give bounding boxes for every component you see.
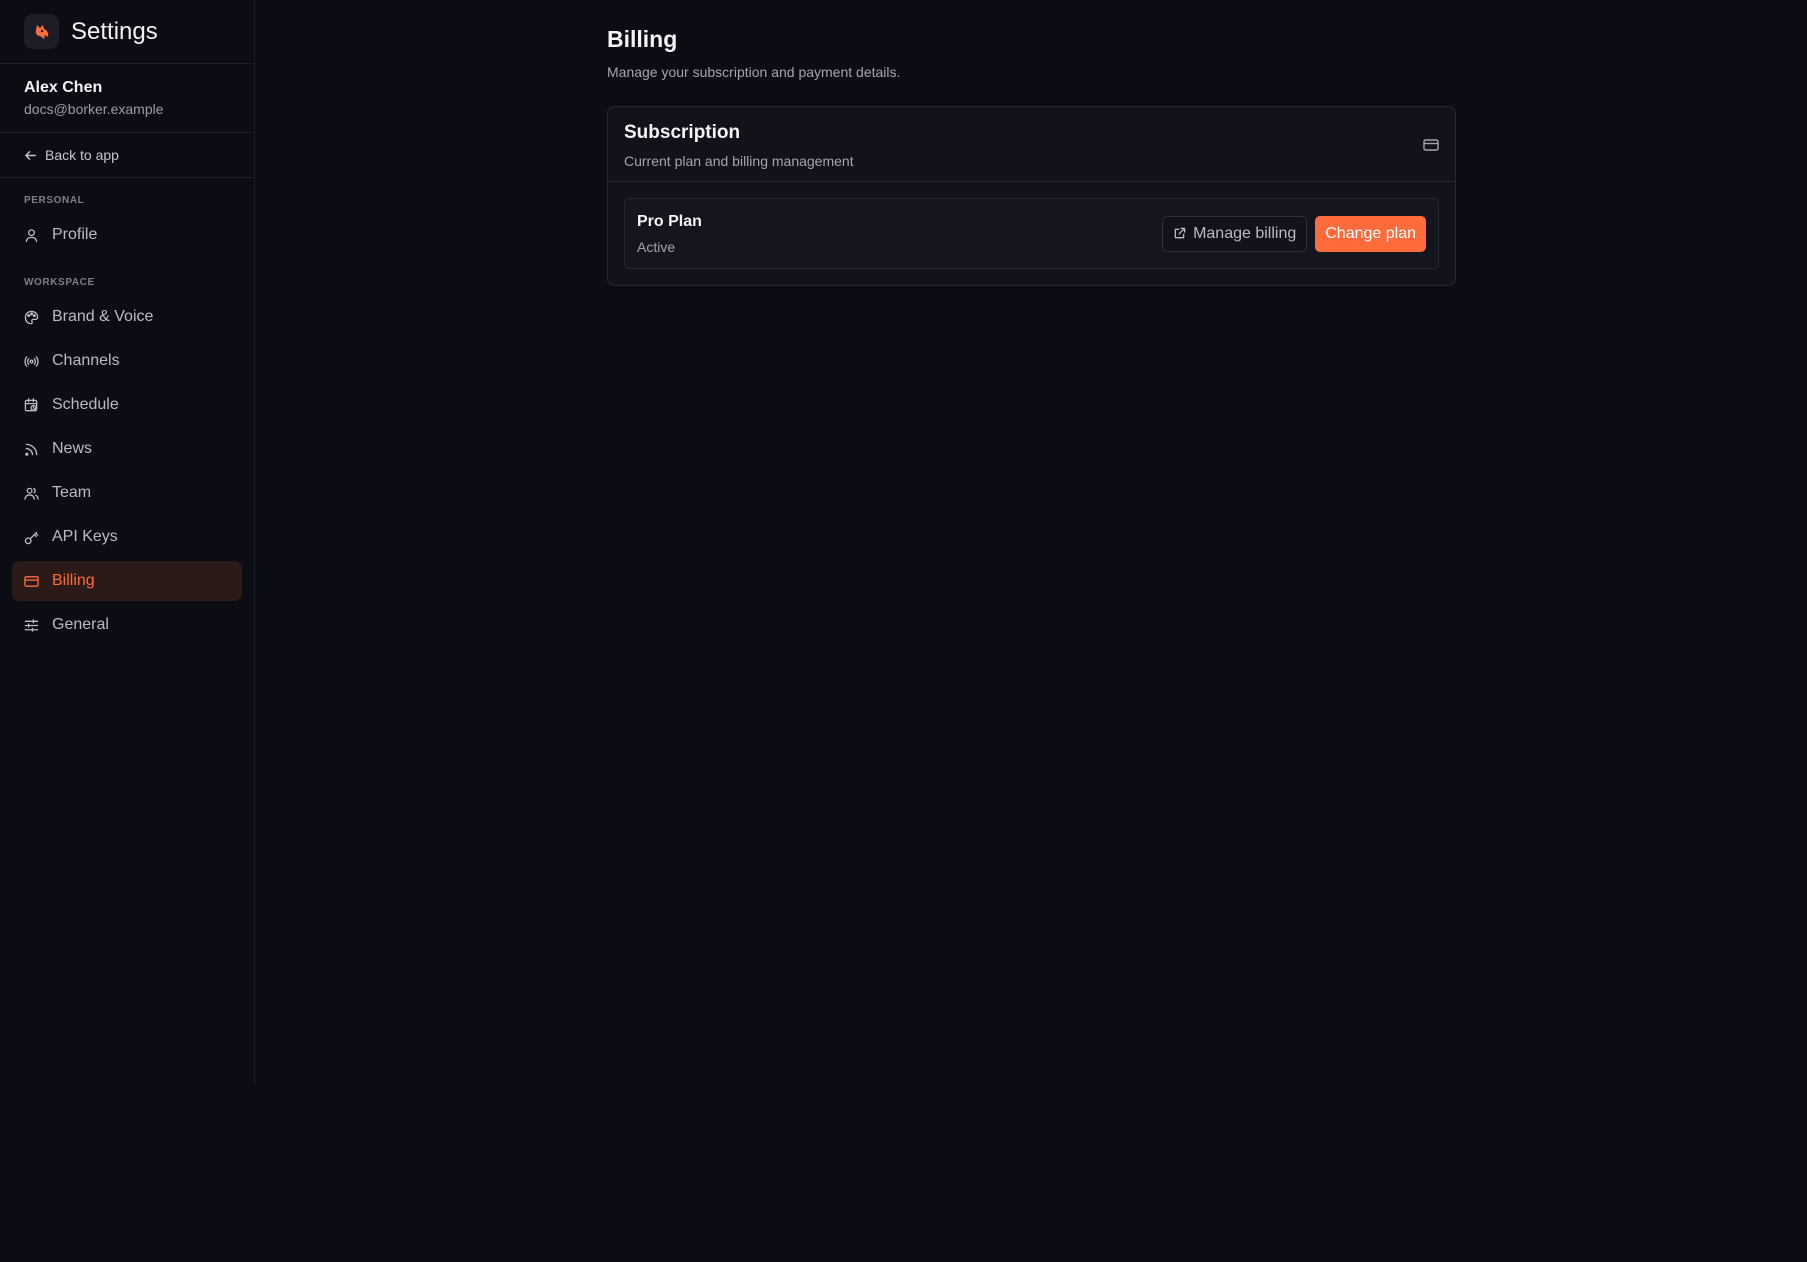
palette-icon (24, 310, 39, 324)
settings-sidebar: Settings Alex Chen docs@borker.example B… (0, 0, 255, 1083)
user-name: Alex Chen (24, 79, 103, 96)
back-to-app-link[interactable]: Back to app (0, 133, 254, 178)
sidebar-title: Settings (71, 17, 158, 45)
back-to-app-label: Back to app (45, 147, 119, 163)
sidebar-header: Settings (0, 0, 254, 64)
sidebar-item-label: General (52, 616, 109, 633)
sidebar-item-label: News (52, 440, 93, 457)
change-plan-button[interactable]: Change plan (1315, 215, 1426, 252)
sidebar-item-api-keys[interactable]: API Keys (12, 517, 242, 557)
sidebar-item-label: Billing (52, 572, 95, 589)
billing-page: Billing Manage your subscription and pay… (607, 0, 1456, 286)
arrow-left-icon (25, 150, 36, 160)
user-icon (25, 228, 38, 242)
page-title: Billing (607, 26, 678, 52)
subscription-card: Subscription Current plan and billing ma… (607, 106, 1456, 286)
subscription-card-subtitle: Current plan and billing management (624, 153, 854, 169)
radio-icon (24, 355, 39, 367)
section-label-personal: PERSONAL (24, 195, 85, 206)
subscription-card-body: Pro Plan Active Manage billing Change pl… (608, 182, 1455, 285)
app-logo (24, 14, 59, 49)
external-link-icon (1174, 227, 1186, 239)
user-info: Alex Chen docs@borker.example (0, 64, 254, 133)
plan-info: Pro Plan Active (637, 213, 1162, 255)
section-label-workspace: WORKSPACE (24, 277, 95, 288)
manage-billing-label: Manage billing (1193, 224, 1297, 242)
subscription-card-title: Subscription (624, 122, 741, 143)
credit-card-icon (24, 575, 39, 587)
calendar-clock-icon (24, 397, 38, 411)
sidebar-item-label: Team (52, 484, 92, 501)
sidebar-item-label: Brand & Voice (52, 308, 154, 325)
users-icon (24, 487, 39, 500)
manage-billing-button[interactable]: Manage billing (1162, 215, 1308, 252)
sidebar-item-news[interactable]: News (12, 429, 242, 469)
sidebar-item-label: Profile (52, 226, 98, 243)
sidebar-item-team[interactable]: Team (12, 473, 242, 513)
plan-status: Active (637, 238, 676, 255)
key-icon (24, 531, 39, 544)
sidebar-item-label: Schedule (52, 396, 119, 413)
rss-icon (25, 443, 38, 456)
subscription-card-header: Subscription Current plan and billing ma… (608, 107, 1455, 182)
current-plan-row: Pro Plan Active Manage billing Change pl… (624, 198, 1439, 269)
sidebar-item-label: Channels (52, 352, 120, 369)
sidebar-item-general[interactable]: General (12, 605, 242, 645)
sidebar-item-profile[interactable]: Profile (12, 215, 242, 255)
credit-card-icon (1423, 139, 1439, 151)
plan-name: Pro Plan (637, 212, 702, 230)
user-email: docs@borker.example (24, 101, 164, 117)
sidebar-item-channels[interactable]: Channels (12, 341, 242, 381)
page-subtitle: Manage your subscription and payment det… (607, 64, 901, 80)
sidebar-item-billing[interactable]: Billing (12, 561, 242, 601)
sidebar-item-schedule[interactable]: Schedule (12, 385, 242, 425)
sidebar-item-label: API Keys (52, 528, 118, 545)
sidebar-item-brand-voice[interactable]: Brand & Voice (12, 297, 242, 337)
sliders-icon (24, 618, 39, 632)
